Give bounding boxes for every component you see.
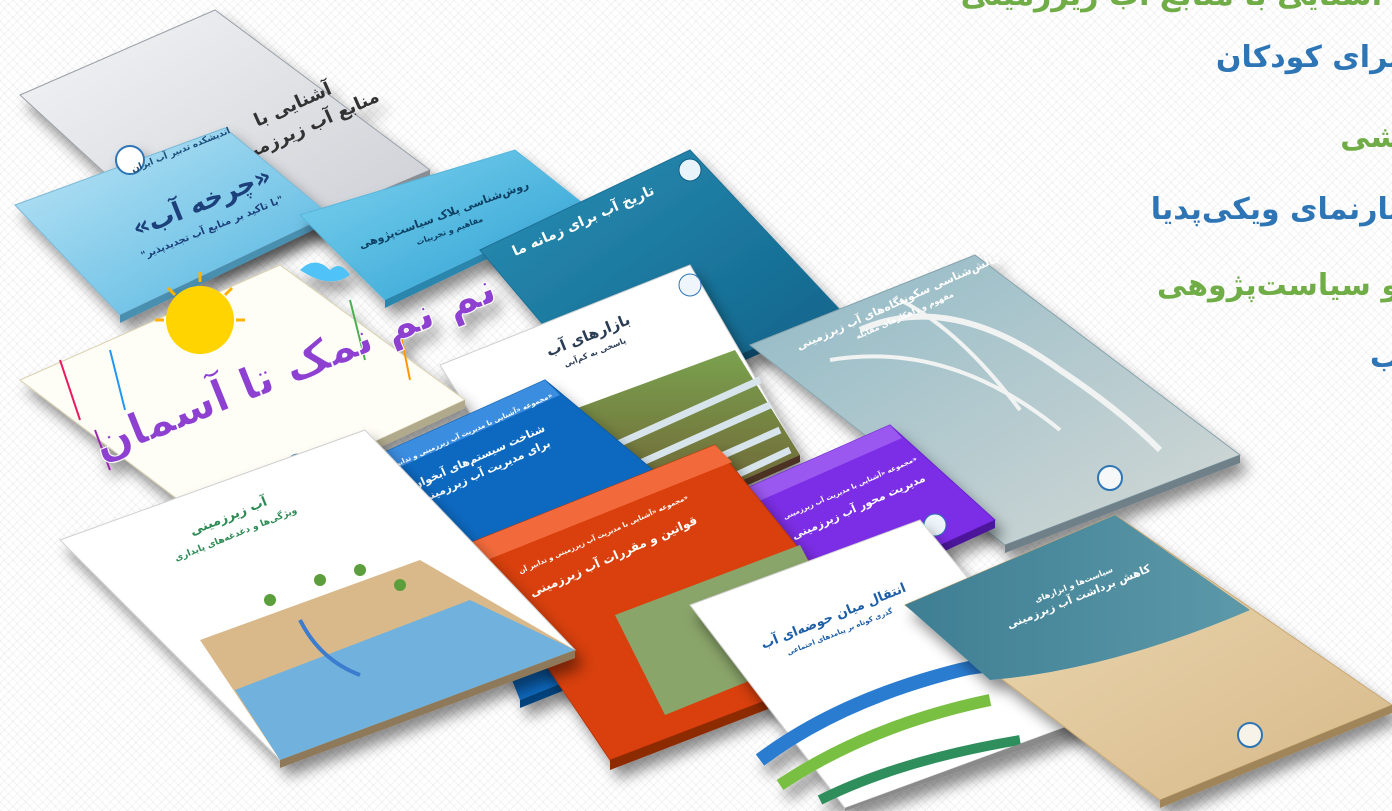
institute-logo-icon bbox=[678, 273, 702, 297]
book-covers-collage: آشنایی با منابع آب زیرزمینی اندیشکده تدب… bbox=[14, 9, 1392, 811]
institute-logo-icon bbox=[678, 158, 702, 182]
institute-logo-icon bbox=[1097, 465, 1123, 491]
institute-logo-icon bbox=[1237, 722, 1263, 748]
